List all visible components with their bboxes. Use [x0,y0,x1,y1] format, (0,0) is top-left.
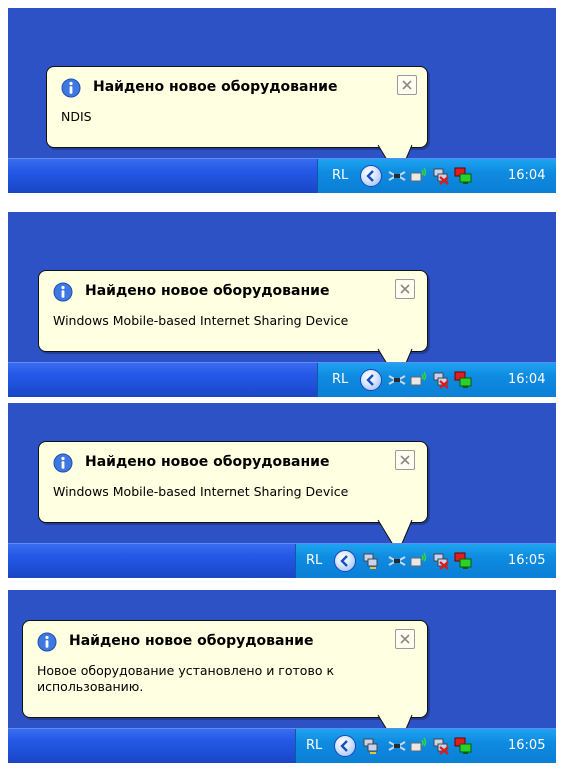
network-disconnected-icon[interactable] [432,167,450,185]
clock[interactable]: 16:04 [508,168,545,183]
screenshot-panel-4: Найдено новое оборудование Новое оборудо… [8,590,556,763]
balloon-message-line: Новое оборудование установлено и готово … [37,663,334,678]
network-disconnected-icon[interactable] [432,737,450,755]
close-button[interactable] [395,450,415,470]
close-icon [400,284,410,294]
language-indicator[interactable]: RL [306,738,322,753]
network-connected-icon[interactable] [362,737,380,755]
chevron-left-icon [340,555,348,567]
taskbar: RL 16:04 [8,362,556,397]
chevron-left-icon [366,170,374,182]
taskbar: RL 16:04 [8,158,556,193]
taskbar: RL 16:05 [8,543,556,578]
network-activity-icon[interactable] [454,552,472,570]
network-connector-icon[interactable] [388,552,406,570]
info-icon [37,632,57,652]
balloon-title: Найдено новое оборудование [85,454,330,470]
close-icon [400,634,410,644]
balloon-message-line: использованию. [37,679,144,694]
show-hidden-icons-button[interactable] [360,165,382,187]
network-connector-icon[interactable] [388,167,406,185]
network-connector-icon[interactable] [388,371,406,389]
show-hidden-icons-button[interactable] [334,735,356,757]
language-indicator[interactable]: RL [332,372,348,387]
balloon-message: NDIS [61,109,92,124]
network-activity-icon[interactable] [454,167,472,185]
screenshot-panel-3: Найдено новое оборудование Windows Mobil… [8,403,556,578]
notification-balloon[interactable]: Найдено новое оборудование NDIS [46,66,428,148]
network-disconnected-icon[interactable] [432,371,450,389]
balloon-title: Найдено новое оборудование [93,79,338,95]
balloon-message: Windows Mobile-based Internet Sharing De… [53,484,349,499]
info-icon [53,282,73,302]
close-button[interactable] [395,279,415,299]
screenshot-panel-1: Найдено новое оборудование NDIS RL 16:04 [8,8,556,193]
info-icon [61,78,81,98]
chevron-left-icon [366,374,374,386]
wireless-signal-icon[interactable] [410,737,428,755]
close-button[interactable] [397,75,417,95]
clock[interactable]: 16:05 [508,738,545,753]
language-indicator[interactable]: RL [306,553,322,568]
network-activity-icon[interactable] [454,737,472,755]
balloon-title: Найдено новое оборудование [85,283,330,299]
wireless-signal-icon[interactable] [410,552,428,570]
close-icon [400,455,410,465]
network-disconnected-icon[interactable] [432,552,450,570]
clock[interactable]: 16:04 [508,372,545,387]
balloon-message: Windows Mobile-based Internet Sharing De… [53,313,349,328]
network-activity-icon[interactable] [454,371,472,389]
info-icon [53,453,73,473]
language-indicator[interactable]: RL [332,168,348,183]
notification-balloon[interactable]: Найдено новое оборудование Windows Mobil… [38,441,428,523]
notification-balloon[interactable]: Найдено новое оборудование Windows Mobil… [38,270,428,352]
show-hidden-icons-button[interactable] [360,369,382,391]
chevron-left-icon [340,740,348,752]
close-button[interactable] [395,629,415,649]
wireless-signal-icon[interactable] [410,371,428,389]
network-connector-icon[interactable] [388,737,406,755]
show-hidden-icons-button[interactable] [334,550,356,572]
notification-balloon[interactable]: Найдено новое оборудование Новое оборудо… [22,620,428,718]
balloon-message: Новое оборудование установлено и готово … [37,663,334,695]
clock[interactable]: 16:05 [508,553,545,568]
taskbar: RL 16:05 [8,728,556,763]
close-icon [402,80,412,90]
screenshot-panel-2: Найдено новое оборудование Windows Mobil… [8,212,556,397]
balloon-title: Найдено новое оборудование [69,633,314,649]
network-connected-icon[interactable] [362,552,380,570]
wireless-signal-icon[interactable] [410,167,428,185]
